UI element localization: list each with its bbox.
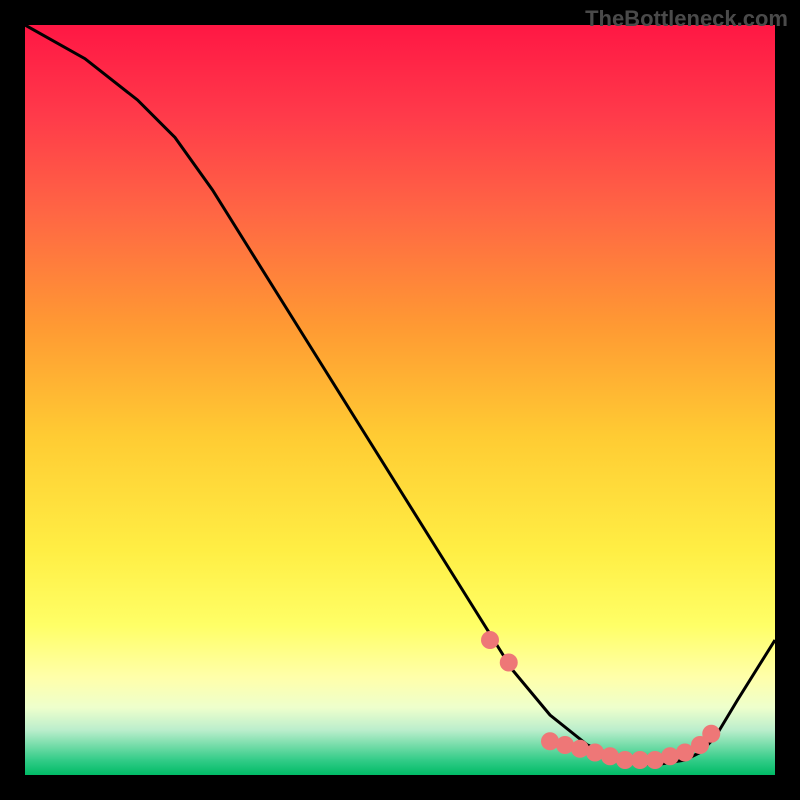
data-point [661,747,679,765]
data-point [646,751,664,769]
chart [25,25,775,775]
data-point [601,747,619,765]
data-point [541,732,559,750]
data-point [481,631,499,649]
data-point [556,736,574,754]
data-point [500,654,518,672]
watermark-text: TheBottleneck.com [585,6,788,32]
data-point [702,725,720,743]
data-points [25,25,775,775]
data-point [571,740,589,758]
data-point [586,744,604,762]
